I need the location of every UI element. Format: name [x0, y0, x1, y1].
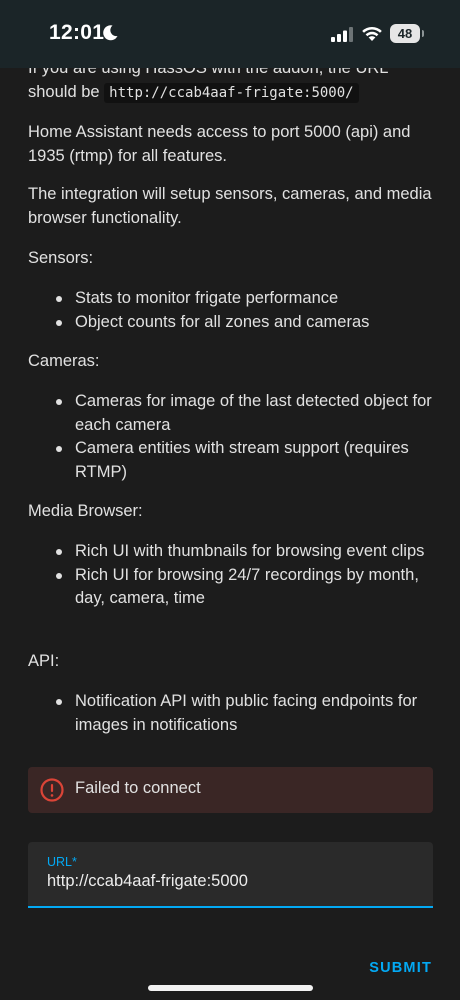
- integration-text: The integration will setup sensors, came…: [28, 185, 432, 227]
- home-indicator[interactable]: [148, 985, 313, 991]
- cellular-signal-icon: [331, 27, 353, 42]
- config-flow-content: If you are using HassOS with the addon, …: [0, 0, 460, 1000]
- error-alert: Failed to connect: [28, 767, 433, 813]
- cameras-heading: Cameras:: [28, 352, 100, 370]
- list-item: Rich UI for browsing 24/7 recordings by …: [28, 564, 438, 611]
- battery-tip: [422, 30, 424, 37]
- api-list: Notification API with public facing endp…: [28, 690, 438, 737]
- list-item: Object counts for all zones and cameras: [28, 311, 438, 335]
- url-code: http://ccab4aaf-frigate:5000/: [104, 82, 359, 103]
- list-item: Notification API with public facing endp…: [28, 690, 438, 737]
- url-field[interactable]: URL*: [28, 842, 433, 908]
- submit-button[interactable]: SUBMIT: [369, 960, 432, 976]
- error-icon: [40, 778, 64, 802]
- screen: If you are using HassOS with the addon, …: [0, 0, 460, 1000]
- ports-text: Home Assistant needs access to port 5000…: [28, 123, 411, 165]
- media-browser-list: Rich UI with thumbnails for browsing eve…: [28, 540, 438, 611]
- sensors-heading: Sensors:: [28, 249, 94, 267]
- sensors-list: Stats to monitor frigate performance Obj…: [28, 287, 438, 334]
- list-item: Stats to monitor frigate performance: [28, 287, 438, 311]
- media-browser-heading: Media Browser:: [28, 502, 143, 520]
- moon-icon: [103, 25, 118, 41]
- status-bar: 12:01 48: [0, 0, 460, 68]
- cameras-list: Cameras for image of the last detected o…: [28, 390, 438, 484]
- url-input[interactable]: [47, 872, 417, 891]
- api-heading: API:: [28, 652, 60, 670]
- list-item: Cameras for image of the last detected o…: [28, 390, 438, 437]
- wifi-icon: [362, 26, 382, 41]
- intro-prefix: should be: [28, 82, 100, 101]
- battery-icon: 48: [390, 24, 420, 43]
- list-item: Camera entities with stream support (req…: [28, 437, 438, 484]
- list-item: Rich UI with thumbnails for browsing eve…: [28, 540, 438, 564]
- alert-message: Failed to connect: [75, 779, 201, 797]
- url-field-label: URL*: [47, 855, 77, 869]
- status-time: 12:01: [49, 21, 105, 44]
